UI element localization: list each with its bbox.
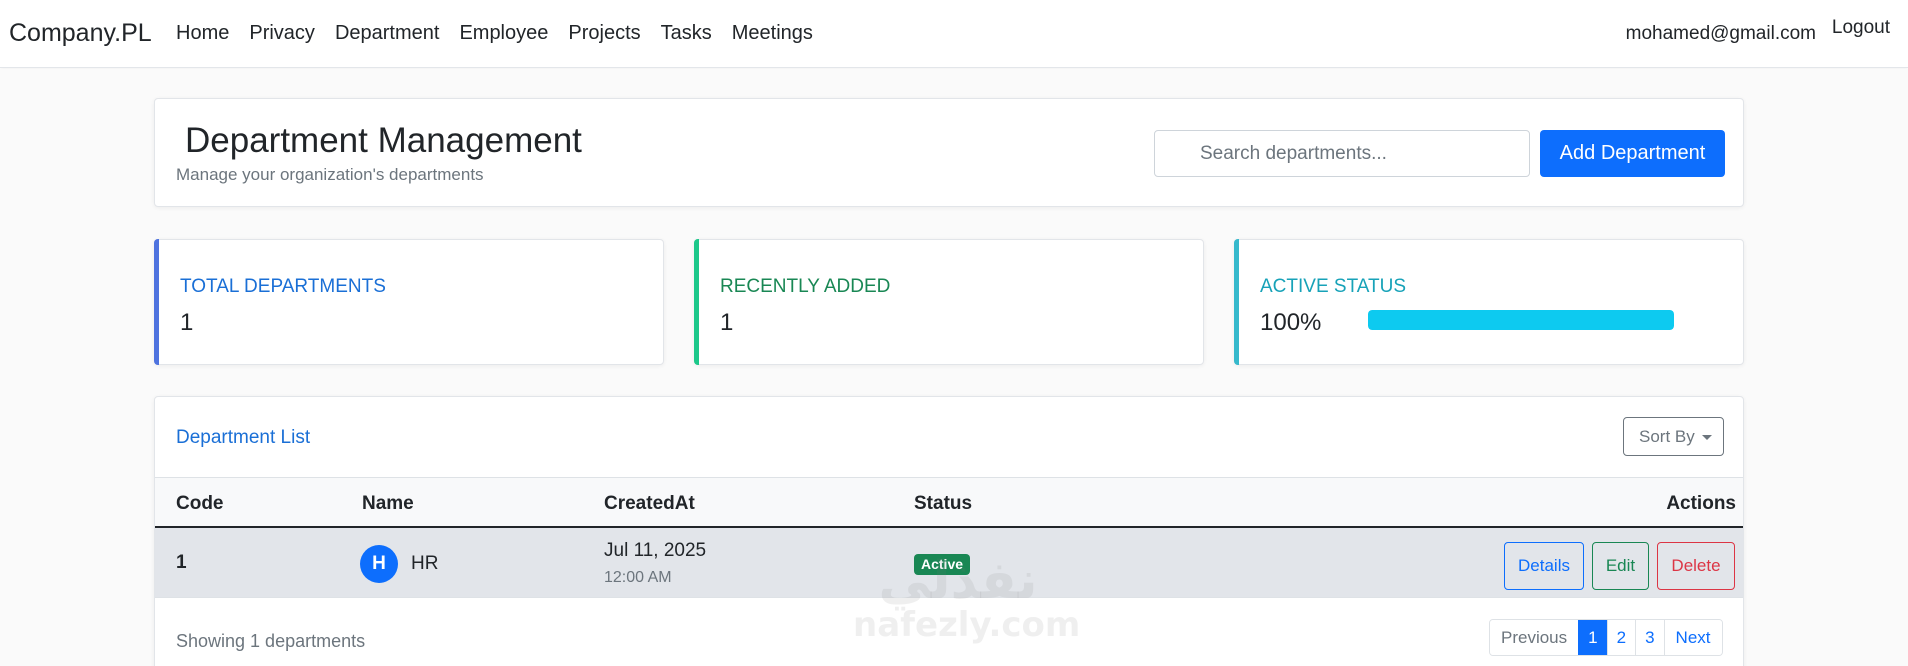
active-progress-bar: [1368, 310, 1674, 330]
sort-by-label: Sort By: [1639, 426, 1695, 446]
stat-value-recent: 1: [720, 309, 734, 336]
nav-link-employee[interactable]: Employee: [459, 22, 548, 45]
nav-link-meetings[interactable]: Meetings: [732, 22, 813, 45]
brand-logo[interactable]: Company.PL: [9, 19, 152, 48]
avatar: H: [360, 545, 398, 583]
stat-card-active: ACTIVE STATUS 100%: [1234, 239, 1744, 365]
stat-value-total: 1: [180, 309, 194, 336]
logout-link[interactable]: Logout: [1832, 17, 1890, 39]
details-button[interactable]: Details: [1504, 542, 1584, 590]
cell-name: HR: [411, 553, 439, 574]
search-input[interactable]: [1154, 130, 1530, 177]
nav-links: Home Privacy Department Employee Project…: [176, 22, 833, 45]
department-list-card: Department List Sort By Code Name Create…: [154, 396, 1744, 666]
page-content: Department Management Manage your organi…: [0, 69, 1908, 666]
table-header: Code Name CreatedAt Status Actions: [155, 477, 1743, 528]
stat-value-active: 100%: [1260, 309, 1322, 336]
column-header-status: Status: [914, 493, 973, 514]
stat-accent-bar: [694, 239, 699, 365]
header-card: Department Management Manage your organi…: [154, 98, 1744, 207]
nav-link-projects[interactable]: Projects: [568, 22, 640, 45]
pagination-page-3[interactable]: 3: [1635, 620, 1664, 655]
nav-link-privacy[interactable]: Privacy: [249, 22, 315, 45]
table-row: 1 H HR Jul 11, 2025 12:00 AM Active Deta…: [155, 528, 1743, 598]
pagination-previous[interactable]: Previous: [1490, 620, 1579, 655]
sort-by-dropdown[interactable]: Sort By: [1623, 417, 1724, 456]
stat-card-recent: RECENTLY ADDED 1: [694, 239, 1204, 365]
cell-code: 1: [176, 552, 187, 573]
page-title: Department Management: [185, 121, 582, 160]
stat-accent-bar: [1234, 239, 1239, 365]
chevron-down-icon: [1702, 435, 1712, 440]
status-badge: Active: [914, 554, 971, 575]
column-header-name: Name: [362, 493, 414, 514]
pagination-page-2[interactable]: 2: [1606, 620, 1636, 655]
page-subtitle: Manage your organization's departments: [176, 165, 484, 184]
top-navbar: Company.PL Home Privacy Department Emplo…: [0, 0, 1908, 68]
delete-button[interactable]: Delete: [1657, 542, 1735, 590]
nav-link-tasks[interactable]: Tasks: [661, 22, 712, 45]
column-header-code: Code: [176, 493, 224, 514]
cell-created-time: 12:00 AM: [604, 569, 672, 586]
stat-label-total: TOTAL DEPARTMENTS: [180, 276, 386, 297]
pagination-next[interactable]: Next: [1663, 620, 1722, 655]
cell-created-date: Jul 11, 2025: [604, 540, 707, 561]
stat-label-active: ACTIVE STATUS: [1260, 276, 1407, 297]
add-department-button[interactable]: Add Department: [1540, 130, 1725, 177]
column-header-actions: Actions: [1666, 493, 1736, 514]
showing-count: Showing 1 departments: [176, 631, 366, 651]
stat-accent-bar: [154, 239, 159, 365]
active-progress-fill: [1368, 310, 1674, 330]
edit-button[interactable]: Edit: [1592, 542, 1649, 590]
pagination: Previous 1 2 3 Next: [1489, 619, 1723, 656]
pagination-page-1[interactable]: 1: [1578, 620, 1607, 655]
stat-label-recent: RECENTLY ADDED: [720, 276, 891, 297]
list-title: Department List: [176, 427, 311, 448]
nav-link-home[interactable]: Home: [176, 22, 229, 45]
column-header-createdat: CreatedAt: [604, 493, 695, 514]
nav-link-department[interactable]: Department: [335, 22, 440, 45]
user-email[interactable]: mohamed@gmail.com: [1626, 23, 1816, 45]
stat-card-total: TOTAL DEPARTMENTS 1: [154, 239, 664, 365]
